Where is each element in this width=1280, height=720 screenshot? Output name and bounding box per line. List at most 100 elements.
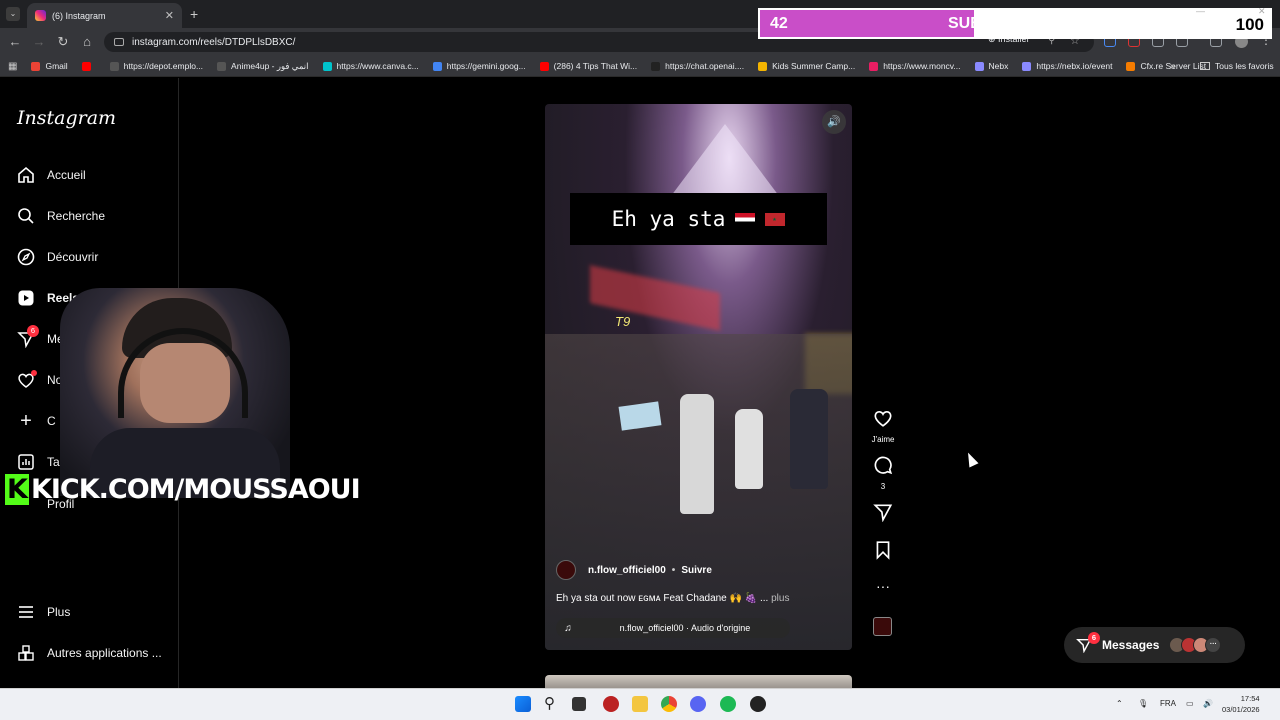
bookmark-item[interactable]	[81, 61, 96, 71]
video-red-light	[590, 265, 720, 331]
bookmark-item[interactable]: Kids Summer Camp...	[758, 61, 855, 71]
video-person	[790, 389, 828, 489]
bookmark-item[interactable]: https://depot.emplo...	[109, 61, 204, 71]
browser-tab-instagram[interactable]: (6) Instagram ✕	[27, 3, 182, 28]
bookmark-favicon-icon	[651, 61, 661, 71]
bookmark-label: Gmail	[45, 61, 68, 71]
reel-audio-button[interactable]: ♫ n.flow_officiel00 · Audio d'origine	[556, 618, 790, 638]
comment-button[interactable]: 3	[870, 455, 896, 491]
sidebar-item-decouvrir[interactable]: Découvrir	[17, 245, 98, 269]
bookmark-favicon-icon	[81, 61, 91, 71]
author-name[interactable]: n.flow_officiel00	[588, 565, 666, 576]
reel-author-row: n.flow_officiel00 • Suivre	[556, 560, 712, 580]
site-info-icon[interactable]	[114, 38, 124, 46]
more-options-icon[interactable]: ···	[870, 578, 896, 594]
heart-icon	[874, 410, 892, 427]
like-button[interactable]: J'aime	[870, 408, 896, 444]
bookmark-item[interactable]: Cfx.re Server List	[1126, 61, 1206, 71]
home-button-icon[interactable]: ⌂	[79, 34, 95, 50]
save-button[interactable]	[870, 540, 896, 565]
video-person	[680, 394, 714, 514]
messages-button[interactable]: 6 Messages ···	[1064, 627, 1245, 663]
music-note-icon: ♫	[564, 622, 572, 634]
keyboard-language[interactable]: FRA	[1160, 699, 1176, 708]
more-bookmarks-icon[interactable]: »	[1170, 61, 1176, 72]
more-avatars-icon: ···	[1205, 637, 1222, 653]
messages-pill-badge: 6	[1088, 632, 1100, 644]
home-icon	[17, 166, 35, 184]
bookmark-label: Nebx	[988, 61, 1009, 71]
sidebar-item-dashboard[interactable]: Ta	[17, 450, 60, 474]
bookmark-item[interactable]: (286) 4 Tips That Wi...	[539, 61, 637, 71]
next-reel-preview[interactable]	[545, 675, 852, 688]
bookmark-favicon-icon	[31, 61, 41, 71]
bookmark-item[interactable]: https://gemini.goog...	[432, 61, 526, 71]
windows-start-icon[interactable]	[515, 696, 531, 712]
back-icon[interactable]: ←	[7, 34, 23, 50]
reload-icon[interactable]: ↻	[55, 34, 71, 50]
bookmark-item[interactable]: https://www.canva.c...	[322, 61, 419, 71]
app-dark-icon[interactable]	[750, 696, 766, 712]
bookmark-label: https://www.moncv...	[883, 61, 961, 71]
volume-icon[interactable]: 🔊	[1203, 699, 1213, 708]
mouse-cursor-icon	[963, 450, 979, 468]
bookmark-label: https://depot.emplo...	[123, 61, 204, 71]
sidebar-item-plus[interactable]: Plus	[17, 600, 70, 624]
bookmark-favicon-icon	[217, 61, 227, 71]
close-window-icon[interactable]: ✕	[1258, 6, 1266, 17]
notification-dot	[31, 370, 37, 376]
new-tab-button[interactable]: +	[190, 6, 198, 22]
tab-search-button[interactable]: ⌄	[6, 7, 20, 21]
microphone-icon[interactable]: 🎙	[1138, 699, 1148, 708]
message-avatars: ···	[1169, 637, 1222, 653]
discord-icon[interactable]	[690, 696, 706, 712]
instagram-logo[interactable]: Instagram	[17, 107, 116, 129]
subscriber-current: 42	[770, 15, 788, 32]
sidebar-item-label: Recherche	[47, 209, 106, 223]
system-clock[interactable]: 17:54 03/01/2026	[1222, 693, 1260, 715]
bookmark-item[interactable]: https://nebx.io/event	[1022, 61, 1112, 71]
bookmark-label: https://www.canva.c...	[336, 61, 419, 71]
sidebar-item-accueil[interactable]: Accueil	[17, 163, 86, 187]
audio-cover-thumbnail[interactable]	[873, 617, 892, 636]
bookmark-item[interactable]: https://www.moncv...	[869, 61, 961, 71]
share-button[interactable]	[870, 502, 896, 527]
bookmark-item[interactable]: Anime4up - انمي فور	[217, 61, 309, 72]
clock-time: 17:54	[1240, 694, 1260, 703]
search-icon	[17, 207, 35, 225]
task-view-icon[interactable]	[572, 697, 586, 711]
bookmark-item[interactable]: Gmail	[31, 61, 68, 71]
dashboard-icon	[17, 453, 35, 471]
kick-channel-banner: K KICK.COM/MOUSSAOUI	[5, 474, 361, 505]
sidebar-item-recherche[interactable]: Recherche	[17, 204, 105, 228]
sound-toggle-icon[interactable]: 🔊	[822, 110, 846, 134]
messages-badge: 6	[27, 325, 39, 337]
sidebar-item-other-apps[interactable]: Autres applications ...	[17, 641, 162, 665]
taskbar-search-icon[interactable]: ⚲	[544, 694, 555, 712]
app-red-icon[interactable]	[603, 696, 619, 712]
all-bookmarks-button[interactable]: Tous les favoris	[1200, 61, 1274, 71]
sidebar-item-label: Autres applications ...	[47, 646, 162, 660]
sidebar-item-label: C	[47, 414, 56, 428]
like-label: J'aime	[871, 435, 895, 444]
follow-button[interactable]: Suivre	[681, 565, 712, 576]
bookmark-favicon-icon	[1126, 61, 1136, 71]
file-explorer-icon[interactable]	[632, 696, 648, 712]
author-avatar[interactable]	[556, 560, 576, 580]
forward-icon[interactable]: →	[31, 34, 47, 50]
tray-chevron-icon[interactable]: ⌃	[1116, 699, 1123, 708]
tab-title: (6) Instagram	[52, 10, 106, 21]
spotify-icon[interactable]	[720, 696, 736, 712]
caption-more-button[interactable]: plus	[771, 593, 789, 604]
chrome-icon[interactable]	[661, 696, 677, 712]
sidebar-item-create[interactable]: + C	[17, 409, 56, 433]
network-icon[interactable]: ▭	[1186, 699, 1194, 708]
bookmark-item[interactable]: https://chat.openai....	[651, 61, 744, 71]
comment-icon	[874, 456, 893, 475]
kick-channel-text: KICK.COM/MOUSSAOUI	[30, 474, 361, 505]
minimize-window-icon[interactable]: —	[1196, 6, 1205, 16]
bookmark-item[interactable]: Nebx	[974, 61, 1009, 71]
close-tab-icon[interactable]: ✕	[165, 9, 174, 22]
apps-grid-icon[interactable]: ▦	[8, 61, 17, 72]
sidebar-item-label: Ta	[47, 455, 60, 469]
